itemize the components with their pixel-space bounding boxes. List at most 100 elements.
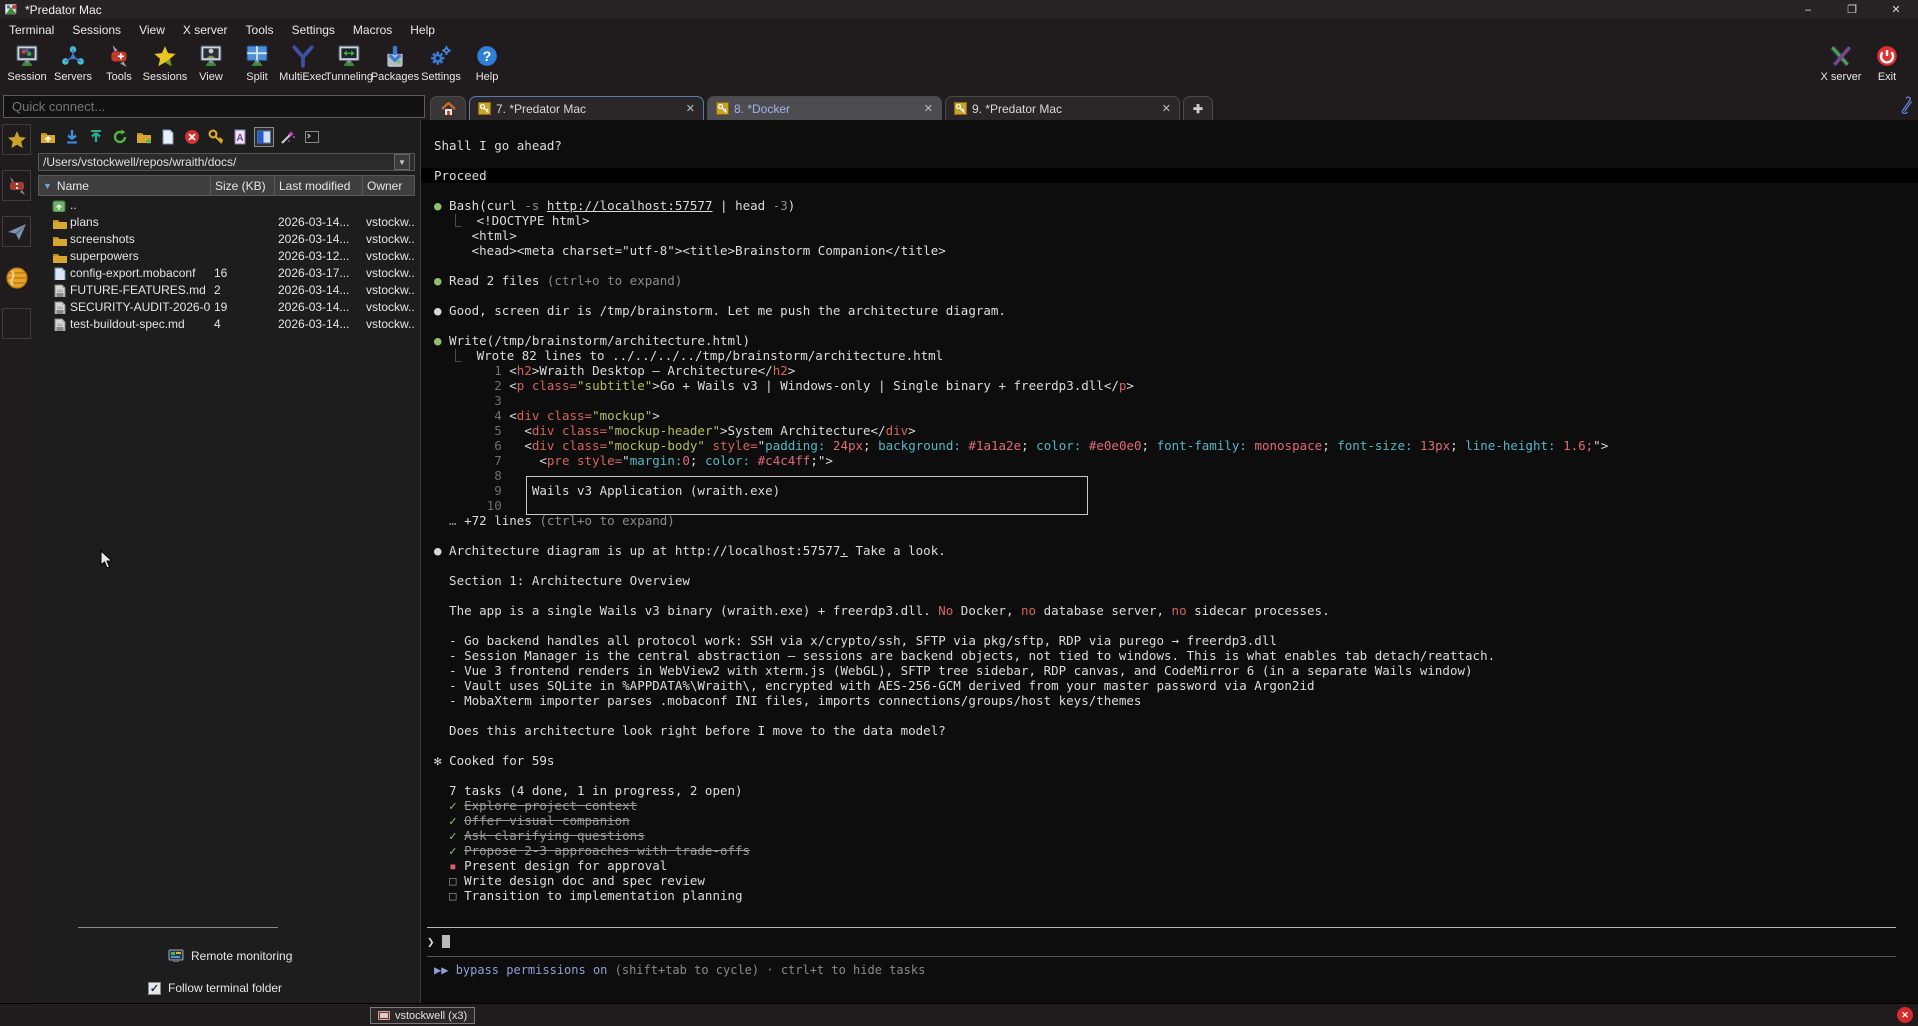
panels-icon[interactable]	[254, 127, 274, 147]
mdfile-icon	[52, 284, 66, 296]
file-name: superpowers	[70, 249, 139, 263]
remote-monitoring-icon	[168, 949, 184, 963]
toolbar-settings-button[interactable]: Settings	[418, 40, 464, 90]
toolbar-view-button[interactable]: View	[188, 40, 234, 90]
sessions-strip-button[interactable]	[2, 216, 31, 247]
terminal-line: ● Good, screen dir is /tmp/brainstorm. L…	[434, 303, 1918, 318]
toolbar-split-button[interactable]: Split	[234, 40, 280, 90]
follow-terminal-checkbox[interactable]: ✓	[148, 982, 161, 995]
session-taskbar-tab[interactable]: vstockwell (x3)	[370, 1007, 475, 1024]
toolbar-session-button[interactable]: Session	[4, 40, 50, 90]
empty-strip-slot[interactable]	[2, 308, 31, 339]
bottom-status-bar: vstockwell (x3) ✕	[0, 1003, 1918, 1026]
table-row[interactable]: config-export.mobaconf162026-03-17...vst…	[38, 264, 415, 281]
file-name: FUTURE-FEATURES.md	[70, 283, 206, 297]
file-browser-toolbar: A	[38, 125, 322, 149]
follow-terminal-folder-item[interactable]: ✓ Follow terminal folder	[148, 981, 282, 995]
multiexec-icon	[291, 44, 315, 68]
menu-x-server[interactable]: X server	[174, 21, 237, 39]
terminal-pane[interactable]: Shall I go ahead? Proceed ● Bash(curl -s…	[420, 120, 1918, 1003]
tab-8-docker[interactable]: 8. *Docker✕	[707, 96, 942, 120]
table-row[interactable]: ..	[38, 196, 415, 213]
menu-macros[interactable]: Macros	[344, 21, 401, 39]
table-row[interactable]: superpowers2026-03-12...vstockw...	[38, 247, 415, 264]
path-dropdown-button[interactable]: ▼	[394, 154, 410, 170]
tools-strip-button[interactable]	[2, 170, 31, 201]
toolbar-multiexec-button[interactable]: MultiExec	[280, 40, 326, 90]
remote-monitoring-item[interactable]: Remote monitoring	[168, 949, 292, 963]
toolbar-servers-button[interactable]: Servers	[50, 40, 96, 90]
menu-help[interactable]: Help	[401, 21, 444, 39]
toolbar-x server-button[interactable]: X server	[1818, 40, 1864, 90]
file-table-header: ▼ Name Size (KB) Last modified Owner	[38, 175, 415, 196]
column-header-owner[interactable]: Owner	[363, 176, 414, 195]
favorites-button[interactable]	[2, 124, 31, 155]
toolbar-label: Settings	[421, 71, 461, 83]
mini-term-icon[interactable]	[302, 127, 322, 147]
servers-icon	[61, 44, 85, 68]
table-row[interactable]: FUTURE-FEATURES.md22026-03-14...vstockw.…	[38, 281, 415, 298]
tab-home[interactable]	[430, 96, 466, 120]
close-button[interactable]: ✕	[1874, 0, 1918, 19]
toolbar-exit-button[interactable]: Exit	[1864, 40, 1910, 90]
file-name: plans	[70, 215, 99, 229]
maximize-button[interactable]: ❐	[1830, 0, 1874, 19]
network-strip-button[interactable]	[2, 262, 31, 293]
quick-connect-row: 7. *Predator Mac✕8. *Docker✕9. *Predator…	[0, 93, 1918, 120]
column-header-name[interactable]: ▼ Name	[39, 176, 211, 195]
menu-sessions[interactable]: Sessions	[63, 21, 130, 39]
new-tab-button[interactable]: ✚	[1183, 96, 1213, 120]
minimize-button[interactable]: –	[1786, 0, 1830, 19]
key-icon[interactable]	[206, 127, 226, 147]
download-icon[interactable]	[62, 127, 82, 147]
menu-terminal[interactable]: Terminal	[0, 21, 63, 39]
paperclip-icon[interactable]	[1899, 96, 1914, 114]
session-icon	[15, 44, 39, 68]
tab-close-icon[interactable]: ✕	[910, 102, 933, 115]
taskbar-close-button[interactable]: ✕	[1897, 1007, 1913, 1023]
tab-close-icon[interactable]: ✕	[672, 102, 695, 115]
column-header-size[interactable]: Size (KB)	[211, 176, 275, 195]
terminal-line	[434, 153, 1918, 168]
refresh-icon[interactable]	[110, 127, 130, 147]
input-box-top-border	[427, 927, 1896, 928]
toolbar-tunneling-button[interactable]: Tunneling	[326, 40, 372, 90]
tab-close-icon[interactable]: ✕	[1148, 102, 1171, 115]
prompt-chevron: ❯	[427, 934, 435, 949]
table-row[interactable]: SECURITY-AUDIT-2026-03-1...192026-03-14.…	[38, 298, 415, 315]
file-name: ..	[70, 198, 77, 212]
paper-plane-icon	[7, 223, 27, 241]
toolbar-tools-button[interactable]: Tools	[96, 40, 142, 90]
mdfile-icon	[52, 301, 66, 313]
table-row[interactable]: test-buildout-spec.md42026-03-14...vstoc…	[38, 315, 415, 332]
table-row[interactable]: screenshots2026-03-14...vstockw...	[38, 230, 415, 247]
terminal-line: Shall I go ahead?	[434, 138, 1918, 153]
file-modified: 2026-03-14...	[274, 283, 362, 297]
file-size: 16	[210, 266, 274, 280]
delete-icon[interactable]	[182, 127, 202, 147]
table-row[interactable]: plans2026-03-14...vstockw...	[38, 213, 415, 230]
split-icon	[245, 44, 269, 68]
terminal-prompt[interactable]: ❯	[427, 933, 450, 949]
folder-up-icon[interactable]	[38, 127, 58, 147]
folder-new-icon[interactable]	[134, 127, 154, 147]
menu-settings[interactable]: Settings	[283, 21, 344, 39]
wand-icon[interactable]	[278, 127, 298, 147]
font-a-icon[interactable]: A	[230, 127, 250, 147]
tab-9-predator-mac[interactable]: 9. *Predator Mac✕	[945, 96, 1180, 120]
column-header-modified[interactable]: Last modified	[275, 176, 363, 195]
menu-view[interactable]: View	[130, 21, 174, 39]
file-new-icon[interactable]	[158, 127, 178, 147]
terminal-line: □ Write design doc and spec review	[434, 873, 1918, 888]
tab-7-predator-mac[interactable]: 7. *Predator Mac✕	[469, 96, 704, 120]
path-bar[interactable]: /Users/vstockwell/repos/wraith/docs/ ▼	[38, 153, 415, 171]
terminal-line: ✓ Offer visual companion	[434, 813, 1918, 828]
toolbar-help-button[interactable]: ?Help	[464, 40, 510, 90]
menu-tools[interactable]: Tools	[237, 21, 283, 39]
terminal-line: - Session Manager is the central abstrac…	[434, 648, 1918, 663]
terminal-line: ● Architecture diagram is up at http://l…	[434, 543, 1918, 558]
toolbar-packages-button[interactable]: Packages	[372, 40, 418, 90]
upload-icon[interactable]	[86, 127, 106, 147]
quick-connect-input[interactable]	[3, 95, 425, 118]
toolbar-sessions-button[interactable]: Sessions	[142, 40, 188, 90]
